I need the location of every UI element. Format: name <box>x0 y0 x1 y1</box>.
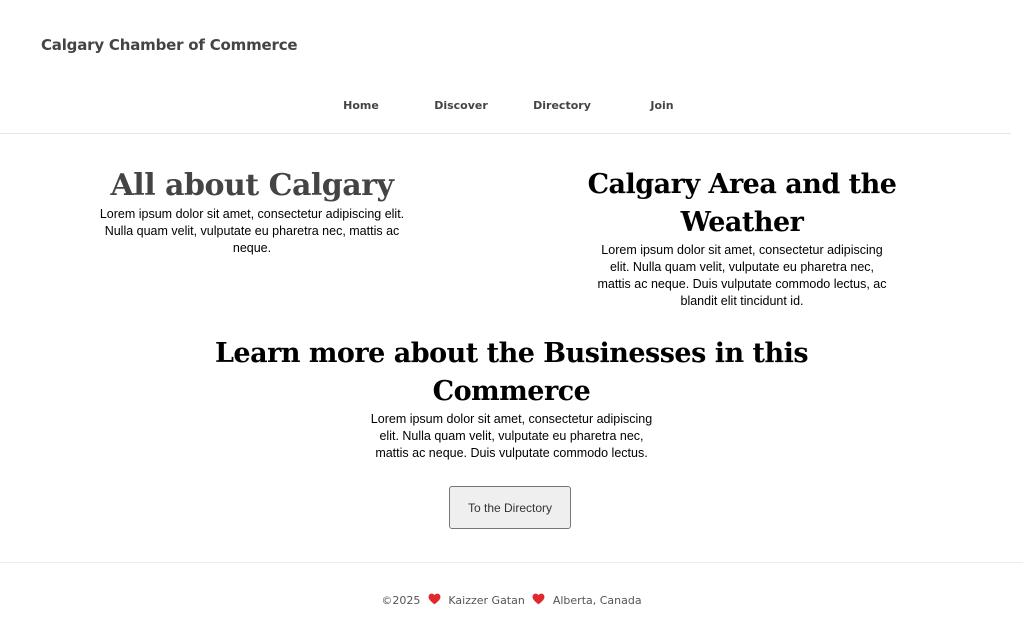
heart-icon <box>428 593 441 605</box>
page: Calgary Chamber of Commerce Home Discove… <box>0 0 1023 635</box>
header-divider <box>0 133 1011 134</box>
main-nav: Home Discover Directory Join <box>0 99 1023 117</box>
about-text: Lorem ipsum dolor sit amet, consectetur … <box>99 207 405 255</box>
weather-heading: Calgary Area and the Weather <box>587 169 897 238</box>
footer-copyright: ©2025 <box>381 594 421 607</box>
footer-divider <box>0 562 1023 563</box>
site-title[interactable]: Calgary Chamber of Commerce <box>41 36 298 54</box>
heart-icon <box>532 593 545 605</box>
businesses-heading: Learn more about the Businesses in this … <box>214 338 809 407</box>
about-heading: All about Calgary <box>110 168 394 203</box>
to-directory-button[interactable]: To the Directory <box>449 486 571 529</box>
about-section: All about Calgary Lorem ipsum dolor sit … <box>95 166 409 257</box>
weather-text: Lorem ipsum dolor sit amet, consectetur … <box>597 243 887 308</box>
nav-home[interactable]: Home <box>343 99 379 112</box>
nav-discover[interactable]: Discover <box>434 99 488 112</box>
businesses-text: Lorem ipsum dolor sit amet, consectetur … <box>370 412 653 460</box>
footer-author: Kaizzer Gatan <box>448 594 525 607</box>
footer: ©2025 Kaizzer Gatan Alberta, Canada <box>0 593 1023 607</box>
nav-join[interactable]: Join <box>650 99 673 112</box>
businesses-section: Learn more about the Businesses in this … <box>140 335 883 462</box>
nav-directory[interactable]: Directory <box>533 99 591 112</box>
footer-location: Alberta, Canada <box>552 594 642 607</box>
weather-section: Calgary Area and the Weather Lorem ipsum… <box>540 166 944 310</box>
